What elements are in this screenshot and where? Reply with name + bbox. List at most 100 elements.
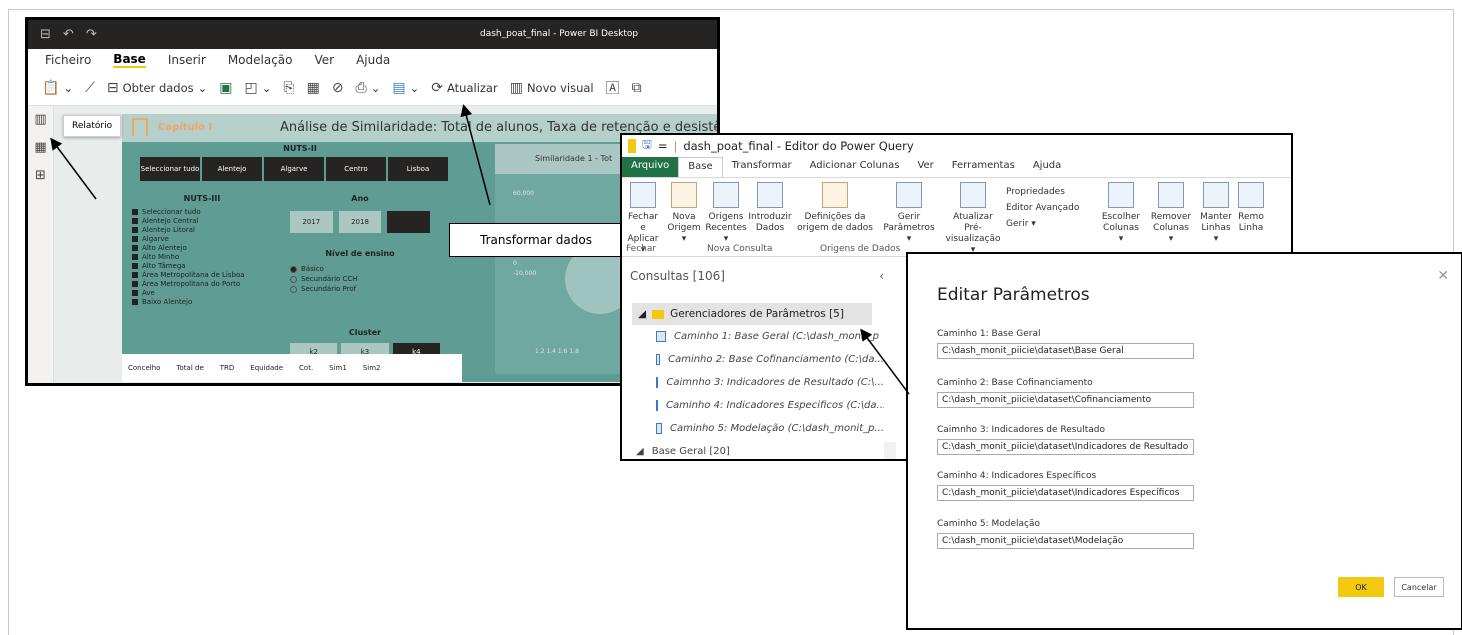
nivel-option[interactable]: Básico bbox=[290, 264, 430, 274]
dataset-button[interactable]: ◰ ⌄ bbox=[245, 80, 272, 96]
nova-origem-button[interactable]: Nova Origem ▾ bbox=[664, 182, 704, 256]
nuts2-btn-alentejo[interactable]: Alentejo bbox=[202, 157, 262, 181]
collapse-chevron-icon[interactable]: ‹ bbox=[879, 269, 884, 283]
remover-linhas-button[interactable]: Remo Linha bbox=[1236, 182, 1266, 256]
customize-icon[interactable]: = bbox=[658, 139, 668, 153]
nuts3-item[interactable]: Alto Alentejo bbox=[132, 243, 272, 252]
textbox-icon: 🄰 bbox=[605, 81, 620, 97]
more-visuals-button[interactable]: ⧉ bbox=[632, 80, 642, 96]
close-icon[interactable]: ✕ bbox=[1437, 268, 1449, 284]
bookmark-icon bbox=[132, 118, 148, 136]
nuts3-item[interactable]: Baixo Alentejo bbox=[132, 297, 272, 306]
nuts2-btn-centro[interactable]: Centro bbox=[326, 157, 386, 181]
nuts3-item[interactable]: Ave bbox=[132, 288, 272, 297]
table-icon bbox=[656, 331, 666, 342]
parameter-input[interactable]: C:\dash_monit_piicie\dataset\Base Geral bbox=[937, 343, 1194, 359]
escolher-colunas-button[interactable]: Escolher Colunas ▾ bbox=[1096, 182, 1146, 256]
query-item[interactable]: Caminho 1: Base Geral (C:\dash_monit_p bbox=[622, 325, 884, 348]
nuts3-item[interactable]: Área Metropolitana do Porto bbox=[132, 279, 272, 288]
transform-icon: ▤ bbox=[392, 80, 406, 96]
nuts3-item[interactable]: Área Metropolitana de Lisboa bbox=[132, 270, 272, 279]
base-geral-group[interactable]: ◢ Base Geral [20] bbox=[622, 440, 884, 459]
redo-icon[interactable]: ↷ bbox=[86, 27, 97, 42]
menu-ver[interactable]: Ver bbox=[315, 53, 335, 67]
atualizar-preview-button[interactable]: Atualizar Pré-visualização ▾ bbox=[940, 182, 1006, 256]
parameter-label: Caminho 4: Indicadores Específicos bbox=[937, 471, 1097, 481]
tab-transformar[interactable]: Transformar bbox=[723, 157, 801, 177]
menu-base[interactable]: Base bbox=[113, 52, 146, 68]
atualizar-button[interactable]: ⟳ Atualizar bbox=[431, 80, 497, 96]
ok-button[interactable]: OK bbox=[1338, 577, 1384, 597]
parameter-input[interactable]: C:\dash_monit_piicie\dataset\Indicadores… bbox=[937, 439, 1194, 455]
novo-visual-button[interactable]: ▥ Novo visual bbox=[510, 80, 594, 96]
remove-columns-icon bbox=[1158, 182, 1184, 208]
expand-icon[interactable]: ◢ bbox=[638, 308, 646, 320]
tab-ajuda[interactable]: Ajuda bbox=[1024, 157, 1070, 177]
parameter-input[interactable]: C:\dash_monit_piicie\dataset\Modelação bbox=[937, 533, 1194, 549]
ano-btn-selected[interactable] bbox=[387, 211, 431, 233]
nuts3-item[interactable]: Seleccionar tudo bbox=[132, 207, 272, 216]
tab-adicionar-colunas[interactable]: Adicionar Colunas bbox=[801, 157, 909, 177]
obter-dados-button[interactable]: ⊟ Obter dados ⌄ bbox=[107, 80, 207, 96]
ano-slicer: Ano 2017 2018 bbox=[290, 194, 431, 233]
menu-ficheiro[interactable]: Ficheiro bbox=[45, 53, 91, 67]
table-icon bbox=[656, 354, 661, 365]
cancel-button[interactable]: Cancelar bbox=[1394, 577, 1444, 597]
parameter-label: Caminho 5: Modelação bbox=[937, 519, 1040, 529]
save-icon[interactable]: ⊟ bbox=[40, 27, 51, 42]
model-view-icon[interactable]: ⊞ bbox=[28, 162, 53, 190]
transformar-dados-button[interactable]: ▤ ⌄ bbox=[392, 80, 419, 96]
propriedades-button[interactable]: Propriedades bbox=[1006, 184, 1096, 200]
excel-button[interactable]: ▣ bbox=[219, 80, 232, 96]
menu-inserir[interactable]: Inserir bbox=[168, 53, 206, 67]
tab-arquivo[interactable]: Arquivo bbox=[622, 157, 679, 177]
recent-sources-button[interactable]: ⎙ ⌄ bbox=[356, 80, 381, 96]
nuts3-item[interactable]: Algarve bbox=[132, 234, 272, 243]
nuts3-item[interactable]: Alentejo Central bbox=[132, 216, 272, 225]
pq-titlebar: 🖫 = | dash_poat_final - Editor do Power … bbox=[622, 135, 1291, 157]
menu-modelacao[interactable]: Modelação bbox=[228, 53, 293, 67]
gerir-button[interactable]: Gerir ▾ bbox=[1006, 216, 1096, 232]
enter-data-button[interactable]: ⊘ bbox=[332, 80, 344, 96]
nuts2-btn-algarve[interactable]: Algarve bbox=[264, 157, 324, 181]
ano-btn-2017[interactable]: 2017 bbox=[290, 211, 333, 233]
parameter-input[interactable]: C:\dash_monit_piicie\dataset\Indicadores… bbox=[937, 485, 1194, 501]
save-icon[interactable]: 🖫 bbox=[642, 137, 652, 156]
data-view-icon[interactable]: ▦ bbox=[28, 134, 53, 162]
nuts2-btn-lisboa[interactable]: Lisboa bbox=[388, 157, 448, 181]
nuts3-item[interactable]: Alentejo Litoral bbox=[132, 225, 272, 234]
sql-button[interactable]: ▦ bbox=[307, 80, 320, 96]
parameter-field: Caminho 1: Base Geral C:\dash_monit_piici… bbox=[937, 329, 1194, 359]
undo-icon[interactable]: ↶ bbox=[63, 27, 74, 42]
report-view-icon[interactable]: ▥ bbox=[28, 106, 53, 134]
dataverse-button[interactable]: ⎘ bbox=[283, 80, 294, 96]
format-painter-button[interactable]: ⟋ bbox=[85, 80, 95, 96]
tab-ver[interactable]: Ver bbox=[908, 157, 942, 177]
manter-linhas-button[interactable]: Manter Linhas ▾ bbox=[1196, 182, 1236, 256]
param-group[interactable]: ◢ Gerenciadores de Parâmetros [5] bbox=[632, 303, 872, 325]
nivel-option[interactable]: Secundário Prof bbox=[290, 284, 430, 294]
editor-avancado-button[interactable]: Editor Avançado bbox=[1006, 200, 1096, 216]
chapter-label: Capítulo I bbox=[158, 122, 213, 133]
nuts2-btn-all[interactable]: Seleccionar tudo bbox=[140, 157, 200, 181]
menu-ajuda[interactable]: Ajuda bbox=[356, 53, 390, 67]
query-item[interactable]: Caimnho 3: Indicadores de Resultado (C:\… bbox=[622, 371, 884, 394]
parameter-input[interactable]: C:\dash_monit_piicie\dataset\Cofinanciam… bbox=[937, 392, 1194, 408]
cluster-title: Cluster bbox=[348, 328, 382, 337]
similarity-xticks: 1.2 1.4 1.6 1.8 bbox=[535, 348, 579, 355]
nivel-option[interactable]: Secundário CCH bbox=[290, 274, 430, 284]
tab-ferramentas[interactable]: Ferramentas bbox=[943, 157, 1024, 177]
nuts3-item[interactable]: Alto Minho bbox=[132, 252, 272, 261]
consultas-header: Consultas [106] ‹ bbox=[630, 269, 884, 283]
query-item[interactable]: Caminho 2: Base Cofinanciamento (C:\da..… bbox=[622, 348, 884, 371]
parameter-field: Caimnho 3: Indicadores de Resultado C:\da… bbox=[937, 425, 1194, 455]
query-item[interactable]: Caminho 5: Modelação (C:\dash_monit_p... bbox=[622, 417, 884, 440]
text-box-button[interactable]: 🄰 bbox=[606, 78, 620, 98]
ano-btn-2018[interactable]: 2018 bbox=[338, 211, 382, 233]
remover-colunas-button[interactable]: Remover Colunas ▾ bbox=[1146, 182, 1196, 256]
tab-base[interactable]: Base bbox=[678, 157, 723, 177]
paste-button[interactable]: 📋 ⌄ bbox=[42, 80, 73, 96]
nuts3-item[interactable]: Alto Tâmega bbox=[132, 261, 272, 270]
queries-scrollbar[interactable] bbox=[884, 442, 896, 459]
query-item[interactable]: Caminho 4: Indicadores Especificos (C:\d… bbox=[622, 394, 884, 417]
